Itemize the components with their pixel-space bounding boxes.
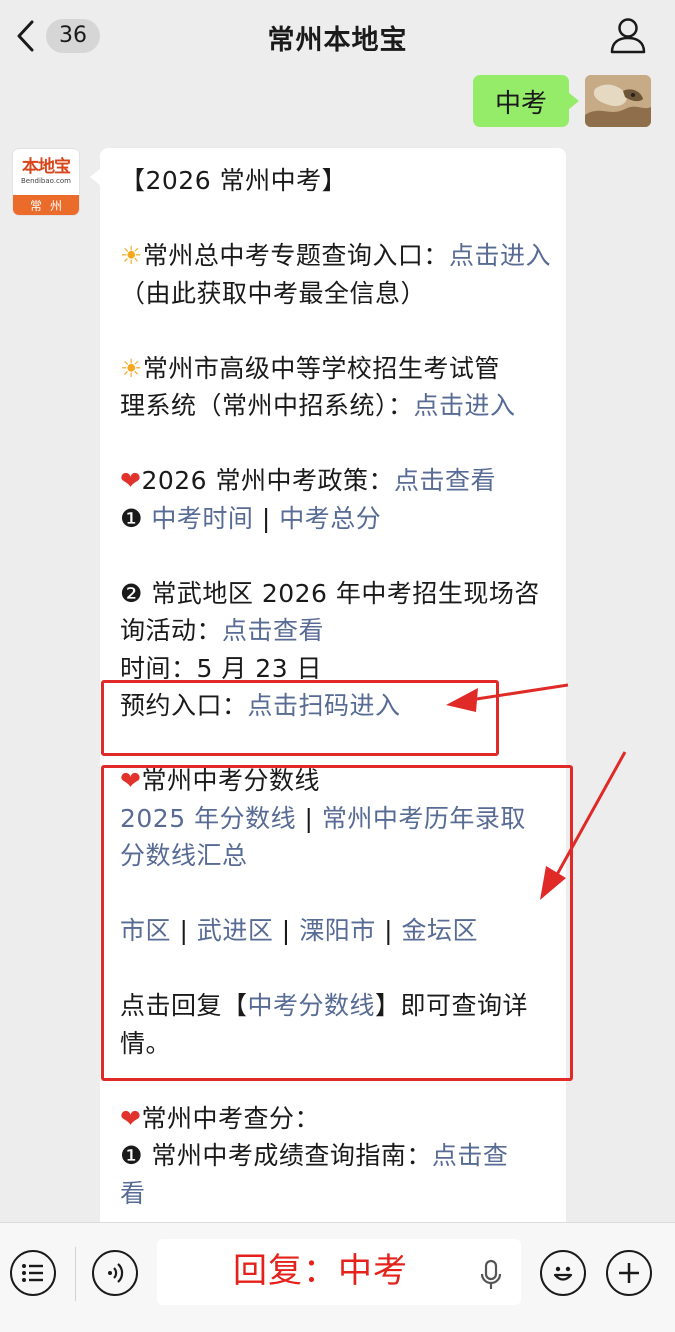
sun-icon: ☀: [120, 353, 143, 383]
district-link-wujin[interactable]: 武进区: [197, 916, 274, 945]
system-entry-link[interactable]: 点击进入: [414, 391, 516, 420]
district-link-city[interactable]: 市区: [120, 916, 171, 945]
score-history-link-cont[interactable]: 分数线汇总: [120, 841, 248, 870]
emoji-button[interactable]: [540, 1250, 586, 1296]
top-bar: 36 常州本地宝: [0, 0, 675, 72]
plus-button[interactable]: [606, 1250, 652, 1296]
bot-avatar[interactable]: 本地宝 Bendibao.com 常州: [12, 148, 80, 216]
topic-entry-link[interactable]: 点击进入: [449, 241, 551, 270]
voice-button[interactable]: [92, 1250, 138, 1296]
total-score-link[interactable]: 中考总分: [279, 504, 381, 533]
logo-main-text: 本地宝: [22, 157, 71, 177]
menu-icon: [22, 1264, 43, 1282]
policy-link[interactable]: 点击查看: [394, 466, 496, 495]
heart-icon: ❤: [120, 1103, 142, 1133]
avatar-image: [585, 75, 651, 127]
reply-hint: 点击回复【中考分数线】即可查询详 情。: [120, 991, 529, 1058]
input-text: 回复：中考: [233, 1251, 408, 1291]
score-line-title: ❤常州中考分数线: [120, 766, 320, 795]
score-history-link[interactable]: 常州中考历年录取: [322, 804, 526, 833]
bot-logo: 本地宝 Bendibao.com: [13, 149, 79, 195]
district-links: 市区 | 武进区 | 溧阳市 | 金坛区: [120, 916, 479, 945]
my-avatar[interactable]: [585, 75, 651, 127]
menu-button[interactable]: [10, 1250, 56, 1296]
booking-link[interactable]: 点击扫码进入: [248, 691, 401, 720]
sent-message-row: 中考: [472, 75, 651, 127]
received-message-bubble: 【2026 常州中考】 ☀常州总中考专题查询入口：点击进入（由此获取中考最全信息…: [100, 148, 566, 1233]
district-link-liyang[interactable]: 溧阳市: [299, 916, 376, 945]
logo-domain-text: Bendibao.com: [20, 177, 71, 185]
policy-sublinks: ❶ 中考时间 | 中考总分: [120, 503, 382, 533]
emoji-icon: [553, 1266, 573, 1281]
number-two-marker: ❷: [120, 578, 143, 608]
sent-message-text: 中考: [494, 88, 547, 119]
reply-keyword-link[interactable]: 中考分数线: [248, 991, 376, 1020]
message-heading: 【2026 常州中考】: [120, 166, 348, 195]
bar-divider: [75, 1247, 76, 1301]
heart-icon: ❤: [120, 766, 142, 795]
mic-icon[interactable]: [479, 1259, 503, 1291]
message-input[interactable]: 回复：中考: [157, 1239, 521, 1305]
profile-icon[interactable]: [609, 16, 647, 54]
heart-icon: ❤: [120, 466, 142, 495]
booking-line: 预约入口：点击扫码进入: [120, 691, 401, 720]
score-2025-link[interactable]: 2025 年分数线: [120, 804, 296, 833]
system-entry-line: ☀常州市高级中等学校招生考试管 理系统（常州中招系统）：点击进入: [120, 353, 516, 421]
input-bar: 回复：中考: [0, 1222, 675, 1332]
policy-line: ❤2026 常州中考政策：点击查看: [120, 466, 497, 495]
activity-link[interactable]: 点击查看: [222, 616, 324, 645]
sun-icon: ☀: [120, 241, 143, 270]
score-guide-link-cont[interactable]: 看: [120, 1179, 146, 1208]
district-link-jintan[interactable]: 金坛区: [402, 916, 479, 945]
score-check-title: ❤常州中考查分：: [120, 1103, 320, 1133]
logo-city-text: 常州: [13, 195, 79, 215]
number-one-marker: ❶: [120, 503, 143, 533]
number-one-marker: ❶: [120, 1141, 143, 1170]
sent-message-bubble[interactable]: 中考: [472, 75, 580, 127]
score-links: 2025 年分数线 | 常州中考历年录取 分数线汇总: [120, 803, 526, 871]
exam-time-link[interactable]: 中考时间: [151, 504, 253, 533]
score-guide-link[interactable]: 点击查: [432, 1141, 509, 1170]
plus-icon: [619, 1263, 639, 1283]
voice-icon: [108, 1263, 124, 1283]
chat-title: 常州本地宝: [267, 25, 408, 56]
activity-line: ❷ 常武地区 2026 年中考招生现场咨 询活动：点击查看: [120, 578, 540, 646]
score-guide-line: ❶ 常州中考成绩查询指南：点击查看: [120, 1141, 509, 1208]
activity-time: 时间：5 月 23 日: [120, 653, 323, 683]
message-content: 【2026 常州中考】 ☀常州总中考专题查询入口：点击进入（由此获取中考最全信息…: [120, 162, 552, 1212]
topic-entry-line: ☀常州总中考专题查询入口：点击进入（由此获取中考最全信息）: [120, 241, 551, 308]
